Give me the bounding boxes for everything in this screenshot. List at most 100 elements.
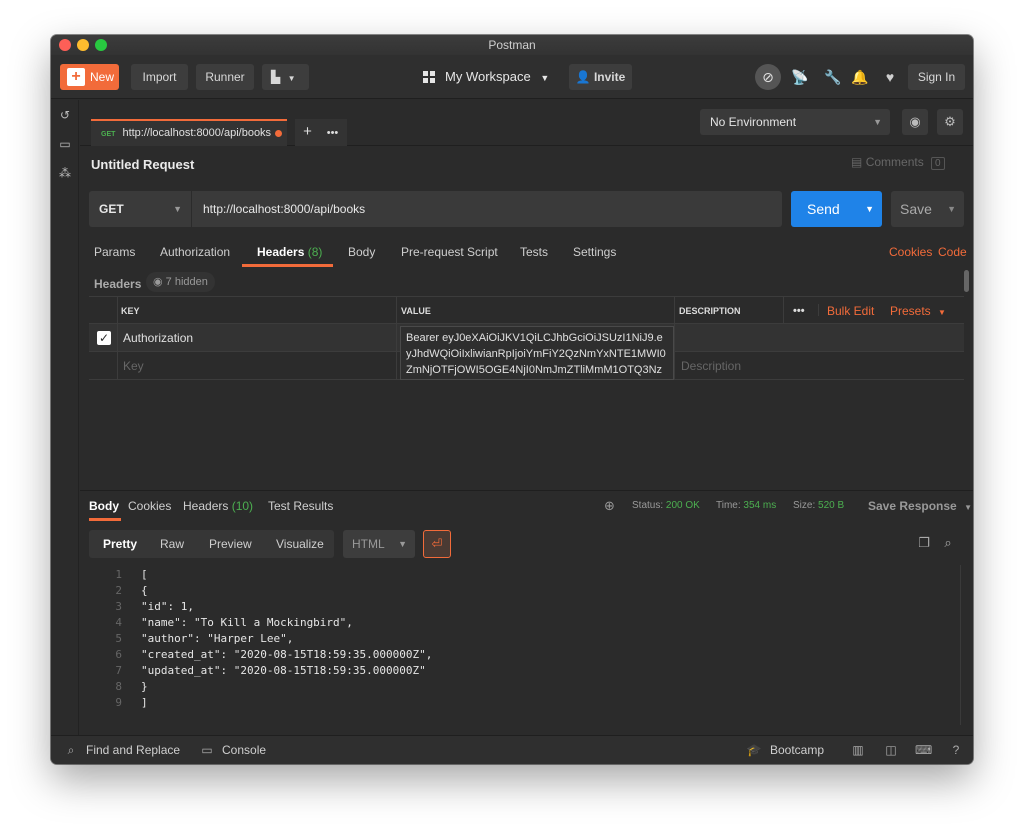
response-tab-headers[interactable]: Headers (10) — [183, 499, 253, 513]
history-icon[interactable]: ↺ — [58, 108, 72, 122]
time-readout: Time: 354 ms — [716, 500, 776, 511]
more-options-button[interactable]: ••• — [793, 297, 805, 325]
new-button[interactable]: + New — [60, 64, 119, 90]
help-icon[interactable]: ? — [948, 742, 964, 758]
bulk-edit-button[interactable]: Bulk Edit — [827, 297, 874, 325]
tab-settings[interactable]: Settings — [573, 245, 616, 259]
app-window: Postman + New Import Runner ▙ ▼ My Works… — [51, 35, 973, 764]
code-line: "updated_at": "2020-08-15T18:59:35.00000… — [141, 664, 426, 677]
search-icon[interactable]: ⌕ — [940, 535, 956, 551]
request-title[interactable]: Untitled Request — [91, 157, 194, 172]
format-preview[interactable]: Preview — [209, 530, 252, 558]
heart-icon[interactable]: ♥ — [879, 66, 901, 88]
key-input[interactable]: Key — [123, 352, 144, 380]
tab-actions: + ••• — [295, 119, 347, 146]
response-headers-label: Headers — [183, 499, 229, 513]
bootcamp-button[interactable]: Bootcamp — [770, 743, 824, 757]
eye-icon: ◉ — [909, 114, 921, 129]
headers-section-label: Headers — [94, 277, 142, 291]
import-button[interactable]: Import — [131, 64, 188, 90]
code-link[interactable]: Code — [938, 245, 967, 259]
collections-icon[interactable]: ▭ — [58, 137, 72, 151]
keyboard-shortcuts-icon[interactable]: ⌨ — [915, 742, 932, 758]
plus-icon: + — [67, 68, 85, 86]
tab-authorization[interactable]: Authorization — [160, 245, 230, 259]
save-label: Save — [900, 201, 932, 217]
format-visualize[interactable]: Visualize — [276, 530, 324, 558]
console-button[interactable]: Console — [222, 743, 266, 757]
environment-quick-look-button[interactable]: ◉ — [902, 109, 928, 135]
header-value-input[interactable]: Bearer eyJ0eXAiOiJKV1QiLCJhbGciOiJSUzI1N… — [400, 326, 674, 380]
apis-icon[interactable]: ⁂ — [58, 166, 72, 180]
find-replace-button[interactable]: Find and Replace — [86, 743, 180, 757]
new-window-button[interactable]: ▙ ▼ — [262, 64, 309, 90]
line-number: 7 — [115, 664, 122, 677]
chevron-down-icon: ▼ — [540, 73, 550, 83]
response-body-viewer[interactable]: 1 [ 2 { 3 "id": 1, 4 "name": "To Kill a … — [80, 568, 960, 728]
chevron-down-icon[interactable]: ▼ — [947, 191, 956, 227]
line-number: 1 — [115, 568, 122, 581]
tab-body[interactable]: Body — [348, 245, 375, 259]
more-tabs-button[interactable]: ••• — [320, 121, 345, 146]
close-window-button[interactable] — [59, 39, 71, 51]
minimize-window-button[interactable] — [77, 39, 89, 51]
chevron-down-icon: ▼ — [287, 74, 296, 83]
response-tab-cookies[interactable]: Cookies — [128, 499, 171, 513]
description-input[interactable]: Description — [681, 352, 741, 380]
format-pretty[interactable]: Pretty — [103, 530, 137, 558]
tab-prerequest-script[interactable]: Pre-request Script — [401, 245, 498, 259]
header-key-cell[interactable]: Authorization — [123, 324, 193, 352]
save-button[interactable]: Save ▼ — [891, 191, 964, 227]
maximize-window-button[interactable] — [95, 39, 107, 51]
tab-headers[interactable]: Headers (8) — [257, 245, 322, 259]
language-select[interactable]: HTML ▼ — [343, 530, 415, 558]
response-panel: Body Cookies Headers (10) Test Results ⊕… — [80, 491, 973, 735]
comments-button[interactable]: ▤ Comments 0 — [851, 155, 945, 170]
headers-scrollbar[interactable] — [964, 270, 969, 380]
grid-icon — [423, 71, 435, 83]
copy-icon[interactable]: ❐ — [916, 535, 932, 551]
invite-button[interactable]: 👤 Invite — [569, 64, 632, 90]
presets-button[interactable]: Presets ▼ — [890, 297, 946, 327]
send-button[interactable]: Send ▼ — [791, 191, 882, 227]
wrap-lines-button[interactable]: ⏎ — [423, 530, 451, 558]
add-tab-button[interactable]: + — [295, 119, 320, 144]
format-raw[interactable]: Raw — [160, 530, 184, 558]
status-label: Status: — [632, 500, 664, 511]
header-enabled-checkbox[interactable]: ✓ — [97, 331, 111, 345]
environment-label: No Environment — [710, 115, 797, 129]
tab-params[interactable]: Params — [94, 245, 135, 259]
search-icon: ⌕ — [67, 743, 75, 757]
response-tab-test-results[interactable]: Test Results — [268, 499, 333, 513]
sync-off-icon[interactable]: ⊘ — [755, 64, 781, 90]
bell-icon[interactable]: 🔔 — [849, 66, 871, 88]
unsaved-dot-icon — [275, 130, 282, 137]
tab-tests[interactable]: Tests — [520, 245, 548, 259]
comment-icon: ▤ — [851, 155, 863, 169]
runner-button[interactable]: Runner — [196, 64, 254, 90]
two-pane-view-icon[interactable]: ▥ — [850, 742, 866, 758]
cookies-link[interactable]: Cookies — [889, 245, 932, 259]
response-scrollbar[interactable] — [960, 565, 970, 725]
hidden-headers-toggle[interactable]: ◉ 7 hidden — [146, 272, 215, 292]
workspace-selector[interactable]: My Workspace ▼ — [423, 64, 549, 90]
method-select[interactable]: GET ▼ — [89, 191, 192, 227]
chevron-down-icon[interactable]: ▼ — [865, 191, 874, 227]
manage-environments-button[interactable]: ⚙ — [937, 109, 963, 135]
request-tab[interactable]: GET http://localhost:8000/api/books — [91, 119, 287, 146]
tab-headers-count: (8) — [307, 245, 323, 259]
layout-icon[interactable]: ◫ — [883, 742, 899, 758]
response-tab-body[interactable]: Body — [89, 499, 119, 513]
line-number: 4 — [115, 616, 122, 629]
globe-icon[interactable]: ⊕ — [604, 498, 615, 514]
satellite-icon[interactable]: 📡 — [789, 66, 811, 88]
wrench-icon[interactable]: 🔧 — [822, 66, 844, 88]
url-input[interactable]: http://localhost:8000/api/books — [203, 191, 365, 227]
environment-selector[interactable]: No Environment ▼ — [700, 109, 890, 135]
language-label: HTML — [352, 537, 385, 551]
line-number: 9 — [115, 696, 122, 709]
sign-in-button[interactable]: Sign In — [908, 64, 965, 90]
save-response-button[interactable]: Save Response ▼ — [868, 499, 972, 513]
request-tabs: Params Authorization Headers (8) Body Pr… — [80, 235, 973, 269]
line-number: 2 — [115, 584, 122, 597]
